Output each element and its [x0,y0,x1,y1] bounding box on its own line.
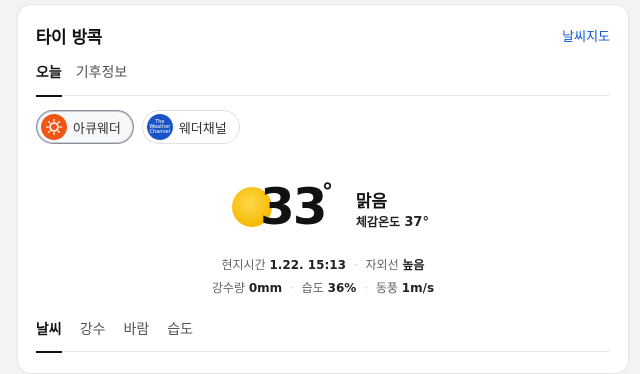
weather-channel-logo-icon: The Weather Channel [146,114,173,140]
source-chip-weather-channel[interactable]: The Weather Channel 웨더채널 [141,110,240,144]
location-title: 타이 방콕 [36,28,102,48]
humidity-value: 36% [327,281,357,295]
separator-dot: · [353,258,358,272]
wind-value: 1m/s [401,281,435,295]
local-time-value: 1.22. 15:13 [269,258,346,272]
feels-like-value: 37° [404,215,429,230]
tab-precipitation[interactable]: 강수 [80,318,106,352]
weather-channel-logo-text: The Weather Channel [149,118,171,135]
source-selector: 아큐웨더 The Weather Channel 웨더채널 [36,110,240,144]
card-header: 타이 방콕 날씨지도 [36,23,610,48]
source-chip-accuweather[interactable]: 아큐웨더 [36,110,134,144]
tab-weather[interactable]: 날씨 [36,318,62,353]
source-label-accuweather: 아큐웨더 [73,121,121,137]
details-row-precip-humidity-wind: 강수량 0mm · 습도 36% · 동풍 1m/s [18,279,628,296]
tab-wind[interactable]: 바람 [124,318,150,352]
precip-value: 0mm [248,281,283,295]
details-row-time-uv: 현지시간 1.22. 15:13 · 자외선 높음 [18,256,628,273]
current-temperature: 33 [260,178,328,236]
local-time-label: 현지시간 [221,258,266,272]
top-tabs: 오늘 기후정보 [36,60,610,97]
tab-humidity[interactable]: 습도 [167,318,193,352]
feels-like-label: 체감온도 [356,215,401,229]
accuweather-logo-icon [41,114,67,140]
humidity-label: 습도 [301,281,324,295]
degree-symbol: ° [322,180,333,205]
tab-climate[interactable]: 기후정보 [76,60,128,96]
feels-like: 체감온도 37° [356,213,429,230]
tab-today[interactable]: 오늘 [36,60,62,97]
current-weather: 33 ° 맑음 체감온도 37° [228,178,488,249]
separator-dot: · [364,281,368,295]
wind-label: 동풍 [375,281,398,295]
weather-condition: 맑음 [356,192,388,212]
separator-dot: · [290,281,294,295]
uv-label: 자외선 [365,258,399,272]
weather-map-link[interactable]: 날씨지도 [562,26,610,45]
source-label-weather-channel: 웨더채널 [178,121,227,137]
weather-card: 타이 방콕 날씨지도 오늘 기후정보 아큐웨더 The Weather Chan… [17,4,629,374]
uv-value: 높음 [402,258,425,272]
precip-label: 강수량 [211,281,245,295]
chart-tabs: 날씨 강수 바람 습도 [36,318,610,353]
